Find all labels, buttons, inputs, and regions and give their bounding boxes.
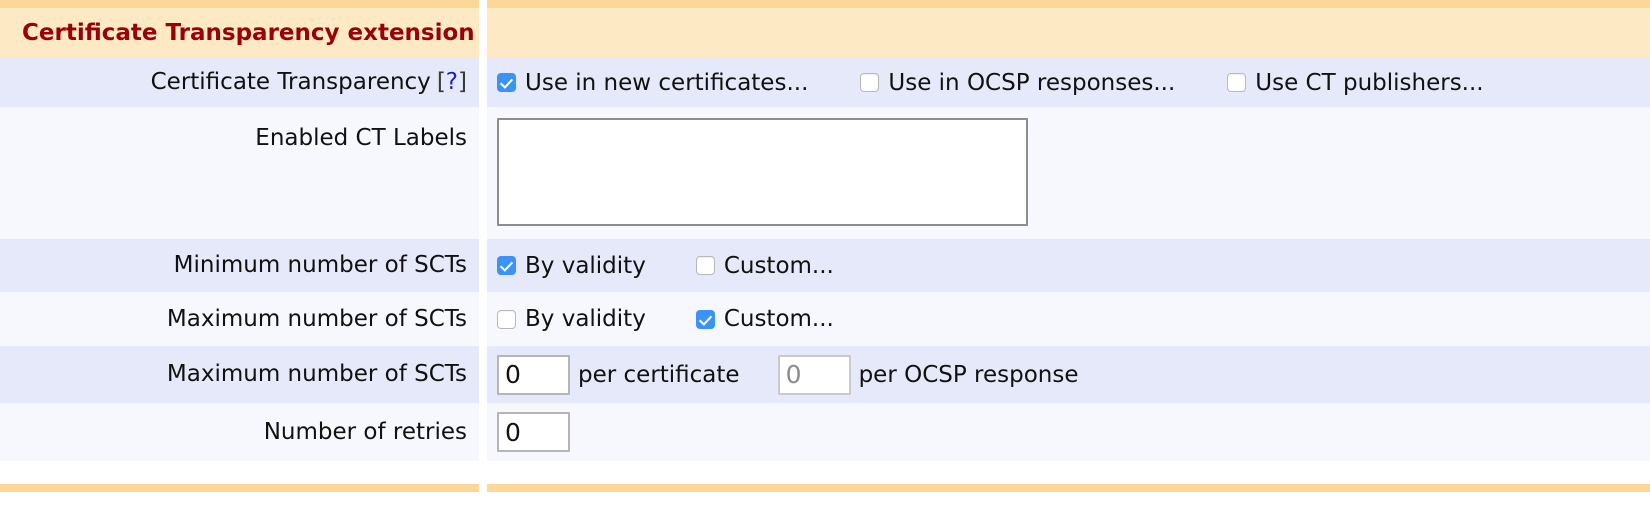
checkbox-max-scts-custom[interactable]: Custom...	[696, 306, 834, 332]
value-enabled-ct-labels	[487, 107, 1650, 239]
column-gutter	[479, 484, 487, 492]
value-minimum-number-of-scts: By validity Custom...	[487, 239, 1650, 292]
row-certificate-transparency: Certificate Transparency [?] Use in new …	[0, 58, 1650, 107]
max-scts-per-certificate-input[interactable]	[497, 355, 570, 395]
checkbox-label: Custom...	[724, 253, 834, 279]
unit-per-ocsp-response: per OCSP response	[859, 362, 1079, 388]
column-gutter	[479, 0, 487, 58]
enabled-ct-labels-textarea[interactable]	[497, 118, 1028, 226]
checkbox-label: Use in new certificates...	[525, 70, 808, 96]
field-max-scts-per-ocsp-response: per OCSP response	[778, 355, 1079, 395]
next-section-label-stub	[0, 484, 479, 492]
bracket-close: ]	[458, 69, 467, 95]
next-section-value-stub	[487, 484, 1650, 492]
checkbox-box-unchecked-icon[interactable]	[860, 73, 879, 92]
label-number-of-retries: Number of retries	[0, 403, 479, 461]
label-text: Maximum number of SCTs	[167, 306, 467, 332]
value-certificate-transparency: Use in new certificates... Use in OCSP r…	[487, 58, 1650, 107]
checkbox-label: Use CT publishers...	[1255, 70, 1483, 96]
checkbox-box-unchecked-icon[interactable]	[696, 256, 715, 275]
help-link-certificate-transparency[interactable]: [?]	[437, 69, 467, 95]
checkbox-box-unchecked-icon[interactable]	[1227, 73, 1246, 92]
checkbox-box-checked-icon[interactable]	[696, 310, 715, 329]
column-gutter	[479, 292, 487, 346]
label-text: Certificate Transparency	[151, 69, 431, 95]
checkbox-label: Custom...	[724, 306, 834, 332]
row-number-of-retries: Number of retries	[0, 403, 1650, 461]
column-gutter	[479, 107, 487, 239]
checkbox-group-minimum-scts: By validity Custom...	[497, 253, 834, 279]
label-text: Enabled CT Labels	[255, 125, 467, 151]
label-maximum-number-of-scts-values: Maximum number of SCTs	[0, 346, 479, 403]
checkbox-use-in-ocsp-responses[interactable]: Use in OCSP responses...	[860, 70, 1175, 96]
bracket-open: [	[437, 69, 446, 95]
row-minimum-number-of-scts: Minimum number of SCTs By validity Custo…	[0, 239, 1650, 292]
label-text: Number of retries	[264, 419, 467, 445]
checkbox-label: By validity	[525, 253, 646, 279]
checkbox-group-maximum-scts: By validity Custom...	[497, 306, 834, 332]
ct-extension-settings-panel: Certificate Transparency extension Certi…	[0, 0, 1650, 520]
row-enabled-ct-labels: Enabled CT Labels	[0, 107, 1650, 239]
checkbox-use-ct-publishers[interactable]: Use CT publishers...	[1227, 70, 1483, 96]
label-certificate-transparency: Certificate Transparency [?]	[0, 58, 479, 107]
checkbox-label: By validity	[525, 306, 646, 332]
section-header-spacer	[487, 0, 1650, 58]
row-maximum-number-of-scts: Maximum number of SCTs By validity Custo…	[0, 292, 1650, 346]
unit-per-certificate: per certificate	[578, 362, 740, 388]
next-section-header-stub	[0, 484, 1650, 492]
column-gutter	[479, 346, 487, 403]
column-gutter	[479, 239, 487, 292]
label-text: Minimum number of SCTs	[174, 252, 467, 278]
checkbox-min-scts-custom[interactable]: Custom...	[696, 253, 834, 279]
page-title: Certificate Transparency extension	[22, 20, 475, 46]
checkbox-use-in-new-certificates[interactable]: Use in new certificates...	[497, 70, 808, 96]
label-minimum-number-of-scts: Minimum number of SCTs	[0, 239, 479, 292]
checkbox-box-checked-icon[interactable]	[497, 256, 516, 275]
column-gutter	[479, 403, 487, 461]
checkbox-box-unchecked-icon[interactable]	[497, 310, 516, 329]
value-maximum-number-of-scts: By validity Custom...	[487, 292, 1650, 346]
section-separator	[0, 461, 1650, 484]
label-text: Maximum number of SCTs	[167, 361, 467, 387]
checkbox-group-certificate-transparency: Use in new certificates... Use in OCSP r…	[497, 70, 1484, 96]
label-enabled-ct-labels: Enabled CT Labels	[0, 107, 479, 239]
max-scts-per-ocsp-response-input[interactable]	[778, 355, 851, 395]
section-title-cell: Certificate Transparency extension	[0, 0, 479, 58]
checkbox-label: Use in OCSP responses...	[888, 70, 1175, 96]
checkbox-box-checked-icon[interactable]	[497, 73, 516, 92]
row-maximum-number-of-scts-values: Maximum number of SCTs per certificate p…	[0, 346, 1650, 403]
checkbox-min-scts-by-validity[interactable]: By validity	[497, 253, 646, 279]
value-number-of-retries	[487, 403, 1650, 461]
column-gutter	[479, 58, 487, 107]
value-maximum-number-of-scts-values: per certificate per OCSP response	[487, 346, 1650, 403]
number-of-retries-input[interactable]	[497, 412, 570, 452]
field-max-scts-per-certificate: per certificate	[497, 355, 740, 395]
label-maximum-number-of-scts: Maximum number of SCTs	[0, 292, 479, 346]
section-header-row: Certificate Transparency extension	[0, 0, 1650, 58]
question-mark-icon: ?	[446, 69, 458, 95]
checkbox-max-scts-by-validity[interactable]: By validity	[497, 306, 646, 332]
